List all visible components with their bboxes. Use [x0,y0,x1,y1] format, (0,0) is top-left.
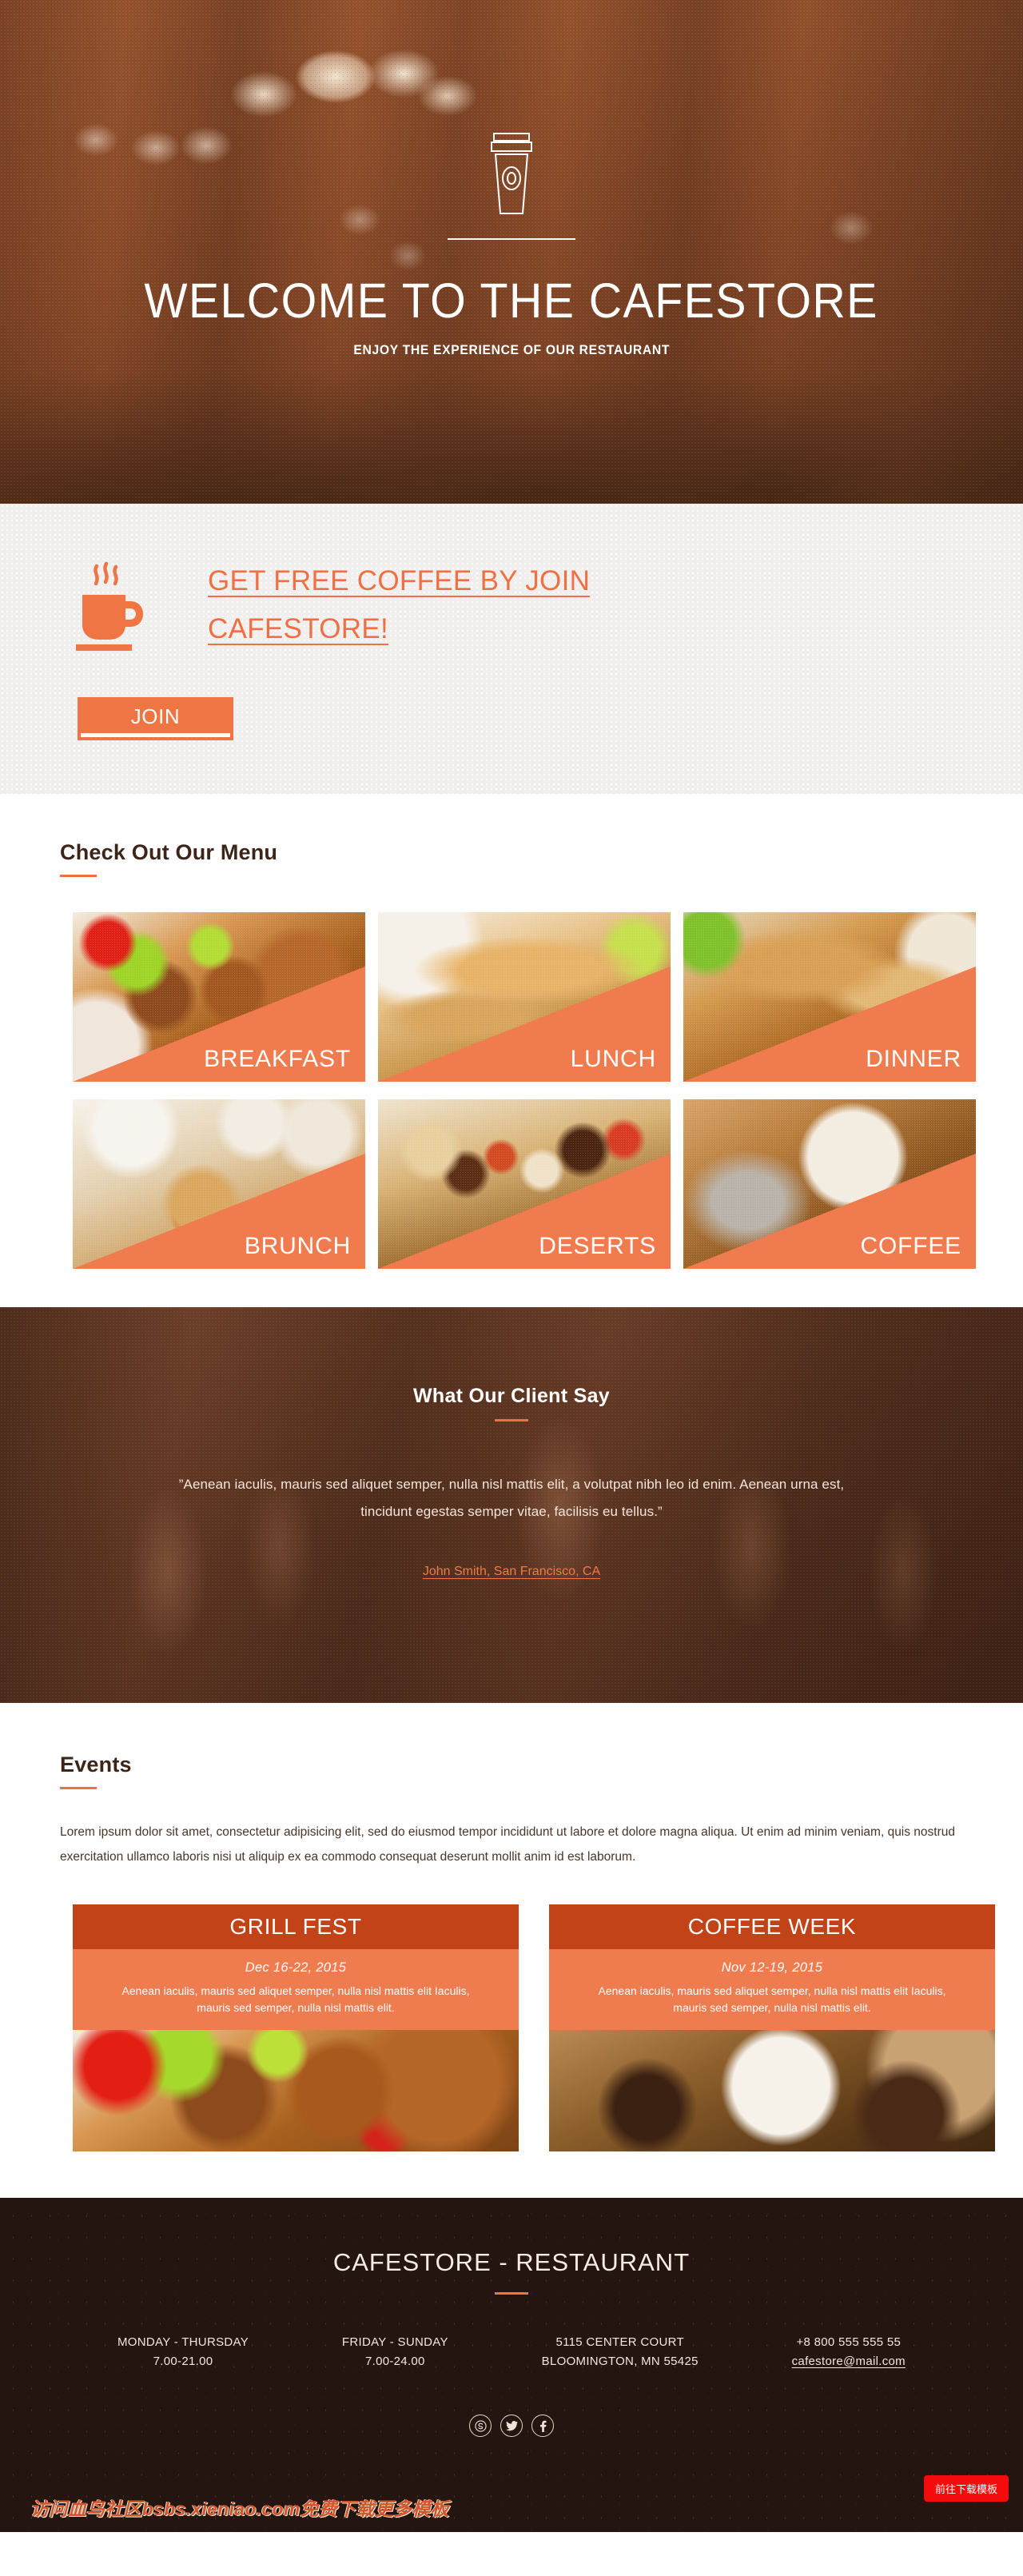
footer-col-line1: 5115 CENTER COURT [555,2335,684,2349]
menu-card-label: LUNCH [570,1046,656,1072]
footer-brand: CAFESTORE - RESTAURANT [332,2248,691,2276]
footer-email-link[interactable]: cafestore@mail.com [792,2352,906,2372]
footer-phone: +8 800 555 555 55 [796,2335,902,2349]
coffee-cup-to-go-icon [491,133,532,214]
menu-card-coffee[interactable]: COFFEE [683,1099,976,1269]
event-card-body: Nov 12-19, 2015 Aenean iaculis, mauris s… [549,1949,995,2030]
footer-social-links [60,2415,963,2437]
menu-card-label: COFFEE [860,1233,961,1259]
download-template-button[interactable]: 前往下载模板 [923,2475,1009,2502]
hero-divider [448,238,575,240]
testimonial-accent-rule [495,1419,528,1422]
menu-card-label: BRUNCH [244,1233,351,1259]
event-card-coffee-week[interactable]: COFFEE WEEK Nov 12-19, 2015 Aenean iacul… [549,1904,995,2151]
footer-col-line2: 7.00-21.00 [153,2355,213,2369]
event-card-description: Aenean iaculis, mauris sed aliquet sempe… [598,1984,946,2014]
hero-section: WELCOME TO THE CAFESTORE ENJOY THE EXPER… [0,0,1023,504]
events-card-grid: GRILL FEST Dec 16-22, 2015 Aenean iaculi… [73,1904,995,2151]
testimonial-title: What Our Client Say [412,1385,610,1407]
events-description: Lorem ipsum dolor sit amet, consectetur … [60,1825,956,1864]
footer-col-line2: BLOOMINGTON, MN 55425 [541,2355,699,2369]
event-card-title: COFFEE WEEK [549,1904,995,1949]
menu-card-brunch[interactable]: BRUNCH [73,1099,365,1269]
footer-col-line1: MONDAY - THURSDAY [117,2335,249,2349]
footer-contact: +8 800 555 555 55 cafestore@mail.com [792,2333,906,2373]
event-card-grill-fest[interactable]: GRILL FEST Dec 16-22, 2015 Aenean iaculi… [73,1904,519,2151]
footer-hours-weekend: FRIDAY - SUNDAY 7.00-24.00 [342,2333,448,2373]
menu-section-title: Check Out Our Menu [60,840,278,864]
testimonial-quote: ”Aenean iaculis, mauris sed aliquet semp… [178,1476,845,1520]
event-card-title: GRILL FEST [73,1904,519,1949]
footer-columns: MONDAY - THURSDAY 7.00-21.00 FRIDAY - SU… [60,2333,963,2373]
cta-headline[interactable]: GET FREE COFFEE BY JOIN CAFESTORE! [208,557,671,653]
site-watermark: 访问血鸟社区bsbs.xieniao.com免费下载更多模板 [30,2498,450,2519]
menu-card-deserts[interactable]: DESERTS [378,1099,671,1269]
menu-card-dinner[interactable]: DINNER [683,912,976,1082]
events-section-title: Events [60,1753,132,1776]
menu-card-label: BREAKFAST [204,1046,351,1072]
menu-card-grid: BREAKFAST LUNCH DINNER BRUNCH DESERTS CO… [73,912,976,1269]
menu-card-label: DESERTS [539,1233,656,1259]
footer-accent-rule [495,2292,528,2295]
events-section: Events Lorem ipsum dolor sit amet, conse… [0,1703,1023,2198]
site-footer: CAFESTORE - RESTAURANT MONDAY - THURSDAY… [0,2198,1023,2532]
footer-col-line2: 7.00-24.00 [364,2355,425,2369]
menu-card-label: DINNER [866,1046,961,1072]
join-button[interactable]: JOIN [78,697,233,740]
testimonial-section: What Our Client Say ”Aenean iaculis, mau… [0,1307,1023,1703]
hero-subtitle: ENJOY THE EXPERIENCE OF OUR RESTAURANT [353,343,670,357]
twitter-icon[interactable] [500,2415,523,2437]
coffee-cup-beans-photo [549,2030,995,2151]
event-card-date: Dec 16-22, 2015 [245,1960,347,1975]
grilled-meat-photo [73,2030,519,2151]
page-title: WELCOME TO THE CAFESTORE [144,273,879,328]
menu-title-accent-rule [60,875,97,877]
skype-icon[interactable] [469,2415,492,2437]
menu-card-lunch[interactable]: LUNCH [378,912,671,1082]
menu-card-breakfast[interactable]: BREAKFAST [73,912,365,1082]
events-title-accent-rule [60,1787,97,1789]
menu-section: Check Out Our Menu BREAKFAST LUNCH DINNE… [0,794,1023,1307]
footer-address: 5115 CENTER COURT BLOOMINGTON, MN 55425 [542,2333,699,2373]
footer-hours-weekday: MONDAY - THURSDAY 7.00-21.00 [117,2333,249,2373]
event-card-description: Aenean iaculis, mauris sed aliquet sempe… [121,1984,470,2014]
event-card-date: Nov 12-19, 2015 [721,1960,823,1975]
event-card-body: Dec 16-22, 2015 Aenean iaculis, mauris s… [73,1949,519,2030]
footer-col-line1: FRIDAY - SUNDAY [341,2335,448,2349]
join-cta-section: GET FREE COFFEE BY JOIN CAFESTORE! JOIN [0,504,1023,794]
testimonial-author-link[interactable]: John Smith, San Francisco, CA [423,1565,600,1579]
facebook-icon[interactable] [531,2415,554,2437]
steaming-coffee-mug-icon [76,561,143,651]
